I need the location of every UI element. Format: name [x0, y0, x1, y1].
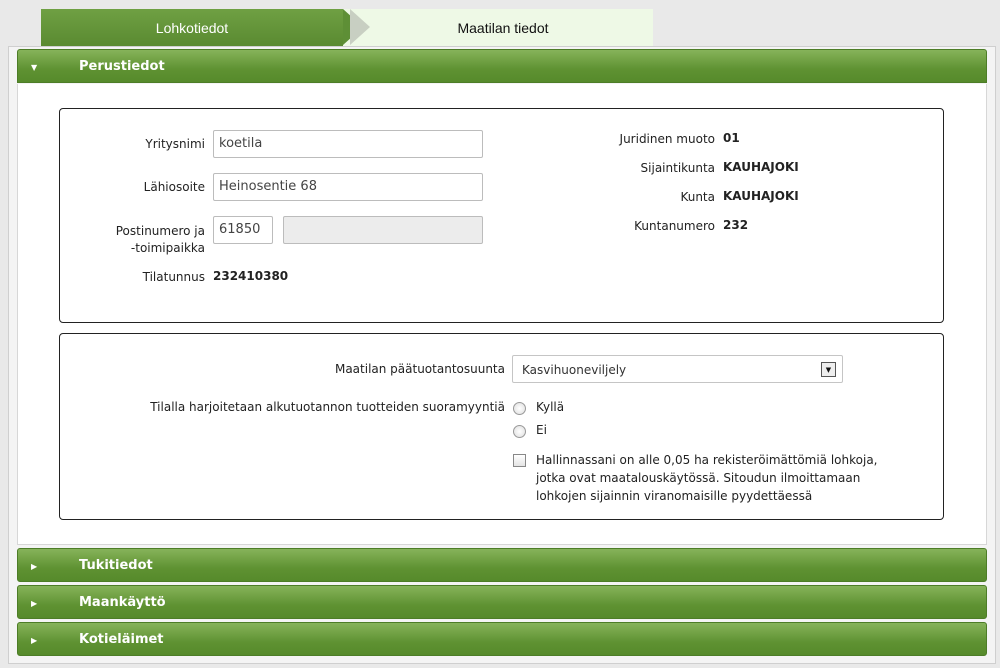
legal-form-label: Juridinen muoto	[619, 132, 715, 146]
tab-separator	[350, 9, 370, 45]
tab-lohkotiedot[interactable]: Lohkotiedot	[41, 9, 343, 46]
municipality-number-value: 232	[723, 218, 749, 232]
section-header-kotielaimet[interactable]: ▶ Kotieläimet	[17, 622, 987, 656]
tab-maatilan-tiedot[interactable]: Maatilan tiedot	[343, 9, 653, 46]
postal-place-input	[283, 216, 483, 244]
radio-yes-label: Kyllä	[536, 400, 565, 414]
location-municipality-value: KAUHAJOKI	[723, 160, 799, 174]
legal-form-value: 01	[723, 131, 740, 145]
postal-code-input[interactable]: 61850	[213, 216, 273, 244]
direct-sales-label: Tilalla harjoitetaan alkutuotannon tuott…	[150, 400, 505, 414]
checkbox-text-line2: jotka ovat maatalouskäytössä. Sitoudun i…	[536, 471, 861, 485]
address-label: Lähiosoite	[143, 180, 205, 194]
farm-id-label: Tilatunnus	[142, 270, 205, 284]
section-title: Tukitiedot	[79, 557, 153, 573]
section-title: Perustiedot	[79, 58, 165, 74]
main-production-value: Kasvihuoneviljely	[522, 363, 627, 377]
municipality-label: Kunta	[680, 190, 715, 204]
address-input[interactable]: Heinosentie 68	[213, 173, 483, 201]
section-title: Kotieläimet	[79, 631, 164, 647]
radio-no[interactable]	[513, 425, 526, 438]
postal-label-line2: -toimipaikka	[130, 241, 205, 255]
radio-yes[interactable]	[513, 402, 526, 415]
section-header-perustiedot[interactable]: ▼ Perustiedot	[17, 49, 987, 83]
municipality-number-label: Kuntanumero	[634, 219, 715, 233]
caret-down-icon: ▼	[31, 63, 38, 72]
checkbox-text-line1: Hallinnassani on alle 0,05 ha rekisteröi…	[536, 453, 878, 467]
location-municipality-label: Sijaintikunta	[640, 161, 715, 175]
section-header-maankaytto[interactable]: ▶ Maankäyttö	[17, 585, 987, 619]
caret-right-icon: ▶	[31, 599, 38, 608]
section-title: Maankäyttö	[79, 594, 166, 610]
farm-id-value: 232410380	[213, 269, 289, 283]
company-name-label: Yritysnimi	[145, 137, 205, 151]
main-production-label: Maatilan päätuotantosuunta	[334, 362, 505, 376]
checkbox-text-line3: lohkojen sijainnin viranomaisille pyydet…	[536, 489, 813, 503]
dropdown-arrow-icon[interactable]: ▼	[821, 362, 836, 377]
postal-label-line1: Postinumero ja	[115, 224, 205, 238]
caret-right-icon: ▶	[31, 562, 38, 571]
section-header-tukitiedot[interactable]: ▶ Tukitiedot	[17, 548, 987, 582]
company-name-input[interactable]: koetila	[213, 130, 483, 158]
unregistered-parcels-checkbox[interactable]	[513, 454, 526, 467]
radio-no-label: Ei	[536, 423, 547, 437]
municipality-value: KAUHAJOKI	[723, 189, 799, 203]
unregistered-parcels-text: Hallinnassani on alle 0,05 ha rekisteröi…	[536, 451, 878, 505]
caret-right-icon: ▶	[31, 636, 38, 645]
main-production-select[interactable]: Kasvihuoneviljely ▼	[512, 355, 843, 383]
